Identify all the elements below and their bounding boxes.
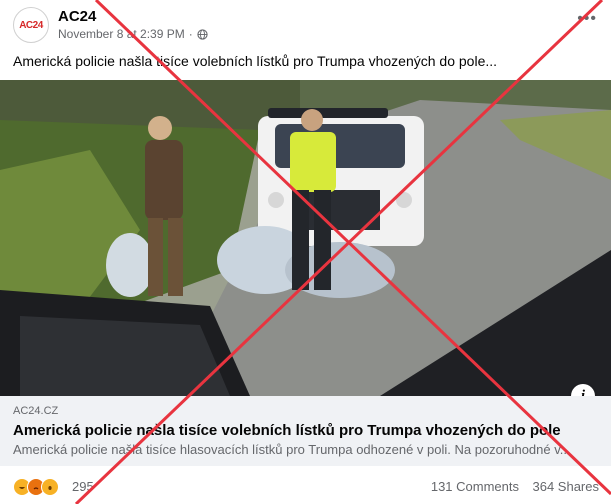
- globe-icon: [197, 28, 208, 40]
- link-title[interactable]: Americká policie našla tisíce volebních …: [13, 422, 561, 439]
- post-text: Americká policie našla tisíce volebních …: [13, 53, 498, 69]
- link-description: Americká policie našla tisíce hlasovacíc…: [13, 442, 571, 457]
- post-header: AC24 AC24 November 8 at 2:39 PM · •••: [0, 0, 611, 46]
- photo-scene: [0, 80, 611, 396]
- shares-count[interactable]: 364 Shares: [533, 479, 600, 494]
- avatar[interactable]: AC24: [13, 7, 49, 43]
- page-name[interactable]: AC24: [58, 8, 96, 25]
- link-preview[interactable]: AC24.CZ Americká policie našla tisíce vo…: [0, 396, 611, 466]
- reaction-icons[interactable]: [13, 478, 59, 496]
- comments-count[interactable]: 131 Comments: [431, 479, 519, 494]
- post-photo[interactable]: i: [0, 80, 611, 396]
- post-date[interactable]: November 8 at 2:39 PM: [58, 27, 185, 41]
- avatar-logo-text: AC24: [19, 19, 43, 31]
- more-options-button[interactable]: •••: [577, 10, 597, 28]
- link-domain: AC24.CZ: [13, 405, 59, 417]
- meta-separator: ·: [188, 27, 193, 41]
- wow-reaction-icon: [41, 478, 59, 496]
- reaction-count[interactable]: 295: [72, 479, 94, 494]
- post-footer: 295 131 Comments 364 Shares: [0, 466, 611, 504]
- post-meta: November 8 at 2:39 PM ·: [58, 27, 208, 41]
